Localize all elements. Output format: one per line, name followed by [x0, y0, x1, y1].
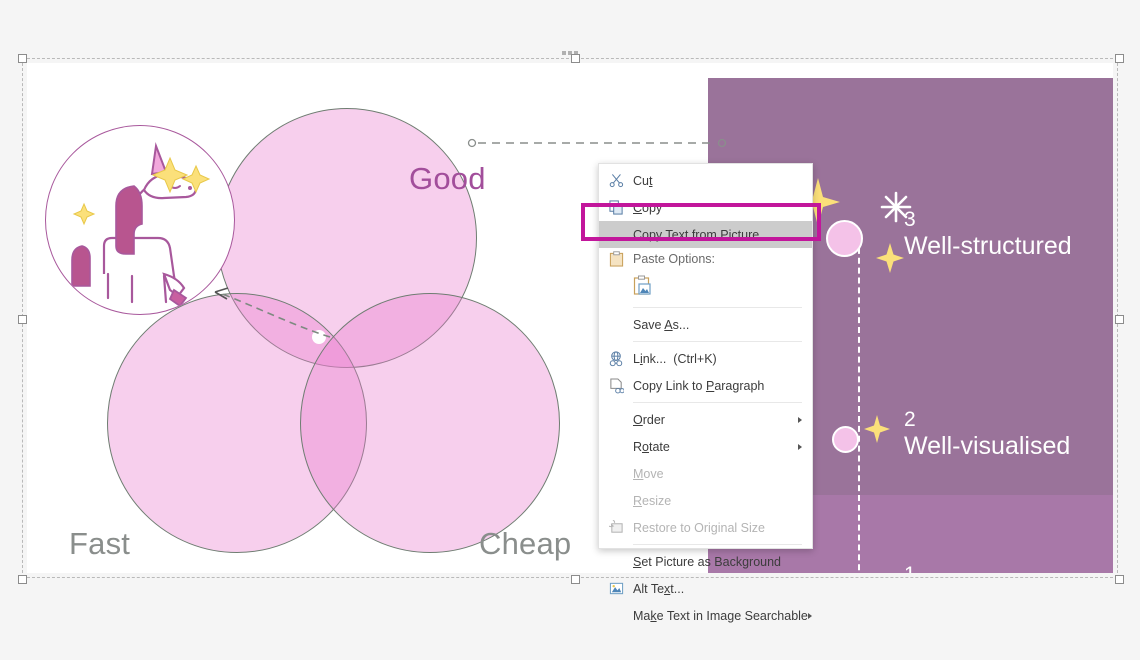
unicorn-callout-circle [45, 125, 235, 315]
venn-label-fast: Fast [69, 526, 131, 561]
menu-separator-1 [633, 307, 802, 308]
menu-separator-2 [633, 341, 802, 342]
callout-arrow-icon [214, 287, 331, 338]
menu-label-rotate: Rotate [633, 439, 670, 454]
step-label-2: Well-visualised [904, 432, 1071, 460]
asterisk-sparkle-icon [880, 191, 912, 223]
menu-label-restore-to-original-size: Restore to Original Size [633, 520, 766, 535]
timeline-dashed-line [858, 238, 860, 573]
link-globe-icon [599, 345, 633, 372]
good-connector-line [467, 138, 727, 148]
menu-label-set-picture-as-background: Set Picture as Background [633, 554, 782, 569]
menu-item-copy-text-from-picture[interactable]: Copy Text from Picture [599, 221, 812, 248]
timeline-node-3 [826, 220, 863, 257]
chevron-right-icon [798, 443, 802, 450]
star-4point-icon-b [876, 243, 904, 273]
step-number-2: 2 [904, 408, 916, 431]
menu-item-restore-to-original-size: Restore to Original Size [599, 514, 812, 541]
star-4point-icon-c [864, 415, 890, 443]
venn-diagram[interactable]: Good Fast Cheap [27, 63, 727, 573]
menu-separator-4 [633, 544, 802, 545]
menu-label-link: Link... (Ctrl+K) [633, 351, 717, 366]
step-item-3[interactable]: 3 Well-structured [904, 208, 1072, 260]
menu-item-copy[interactable]: Copy [599, 194, 812, 221]
menu-item-make-text-in-image-searchable[interactable]: Make Text in Image Searchable [599, 602, 812, 629]
selection-handle-top-left[interactable] [18, 54, 27, 63]
menu-label-save-as: Save As... [633, 317, 690, 332]
menu-item-rotate[interactable]: Rotate [599, 433, 812, 460]
blank-icon-slot [599, 548, 633, 575]
menu-item-alt-text[interactable]: Alt Text... [599, 575, 812, 602]
selection-handle-top-right[interactable] [1115, 54, 1124, 63]
chevron-right-icon [798, 416, 802, 423]
unicorn-icon [71, 142, 211, 308]
selection-handle-middle-left[interactable] [18, 315, 27, 324]
step-item-2[interactable]: 2 Well-visualised [904, 408, 1070, 460]
slide-canvas[interactable]: Good Fast Cheap 3 Well-structured 2 Well… [27, 63, 1113, 573]
paste-options-strip[interactable] [599, 270, 812, 304]
menu-item-resize: Resize [599, 487, 812, 514]
step-item-1[interactable]: 1 Well-designed [904, 563, 1062, 573]
blank-icon-slot [599, 406, 633, 433]
paste-picture-icon[interactable] [633, 275, 652, 299]
menu-item-order[interactable]: Order [599, 406, 812, 433]
alt-text-icon [599, 575, 633, 602]
step-number-3: 3 [904, 208, 916, 231]
scissors-icon [599, 167, 633, 194]
menu-label-copy: Copy [633, 200, 663, 215]
selection-handle-bottom-right[interactable] [1115, 575, 1124, 584]
timeline-node-2 [832, 426, 859, 453]
selection-handle-top-center[interactable] [571, 54, 580, 63]
venn-label-cheap: Cheap [479, 526, 572, 561]
selection-handle-bottom-left[interactable] [18, 575, 27, 584]
menu-item-set-picture-as-background[interactable]: Set Picture as Background [599, 548, 812, 575]
blank-icon-slot [599, 433, 633, 460]
blank-icon-slot [599, 487, 633, 514]
copy-icon [599, 194, 633, 221]
blank-icon-slot [599, 311, 633, 338]
selection-handle-bottom-center[interactable] [571, 575, 580, 584]
restore-size-icon [599, 514, 633, 541]
menu-label-order: Order [633, 412, 665, 427]
blank-icon-slot [599, 602, 633, 629]
context-menu[interactable]: Cut Copy Copy Text from Picture Paste Op… [598, 163, 813, 623]
menu-label-paste-options: Paste Options: [633, 252, 715, 266]
copy-link-icon [599, 372, 633, 399]
venn-label-good: Good [409, 161, 486, 196]
menu-separator-3 [633, 402, 802, 403]
blank-icon-slot [599, 460, 633, 487]
menu-item-cut[interactable]: Cut [599, 167, 812, 194]
selection-handle-middle-right[interactable] [1115, 315, 1124, 324]
menu-item-copy-link-to-paragraph[interactable]: Copy Link to Paragraph [599, 372, 812, 399]
menu-item-paste-options: Paste Options: [599, 248, 812, 270]
menu-item-move: Move [599, 460, 812, 487]
menu-label-cut: Cut [633, 173, 653, 188]
venn-circle-cheap [300, 293, 560, 553]
menu-label-copy-text-from-picture: Copy Text from Picture [633, 227, 760, 242]
menu-label-resize: Resize [633, 493, 672, 508]
menu-item-link[interactable]: Link... (Ctrl+K) [599, 345, 812, 372]
menu-label-make-text-in-image-searchable: Make Text in Image Searchable [633, 608, 808, 623]
step-number-1: 1 [904, 563, 1062, 573]
paste-icon [599, 246, 633, 273]
blank-icon-slot [599, 221, 633, 248]
step-label-3: Well-structured [904, 232, 1072, 260]
menu-label-move: Move [633, 466, 664, 481]
menu-item-save-as[interactable]: Save As... [599, 311, 812, 338]
menu-label-copy-link-to-paragraph: Copy Link to Paragraph [633, 378, 765, 393]
chevron-right-icon [807, 612, 812, 619]
menu-label-alt-text: Alt Text... [633, 581, 685, 596]
